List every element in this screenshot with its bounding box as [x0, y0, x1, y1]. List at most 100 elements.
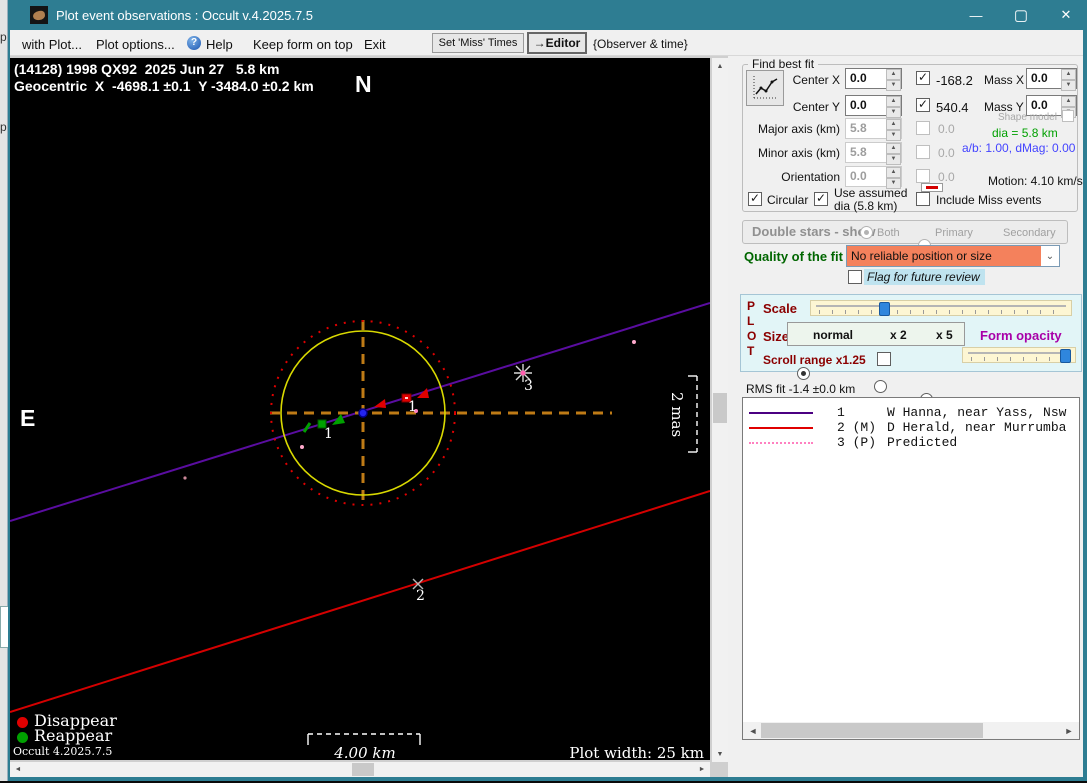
- rms-fit-text: RMS fit -1.4 ±0.0 km: [746, 382, 856, 396]
- mas-scale-label: 2 mas: [668, 392, 686, 438]
- center-x-checkbox[interactable]: [916, 71, 930, 85]
- observer-name: Predicted: [887, 435, 958, 450]
- use-assumed-checkbox[interactable]: [814, 192, 828, 206]
- include-miss-checkbox[interactable]: [916, 192, 930, 206]
- flag-review-checkbox[interactable]: [848, 270, 862, 284]
- minor-axis-label: Minor axis (km): [757, 146, 840, 160]
- line-color-swatch: [926, 186, 938, 189]
- observer-row[interactable]: 2 (M) D Herald, near Murrumba: [743, 420, 1079, 435]
- menu-keep-on-top[interactable]: Keep form on top: [253, 37, 353, 52]
- menu-plot-options[interactable]: Plot options...: [96, 37, 175, 52]
- use-assumed-label-line2: dia (5.8 km): [834, 199, 898, 213]
- chord2-line-sample: [749, 427, 813, 429]
- major-axis-value: 5.8: [850, 121, 867, 135]
- center-x-value: 0.0: [850, 71, 867, 85]
- find-best-fit-label: Find best fit: [748, 57, 819, 71]
- quality-label: Quality of the fit: [744, 249, 843, 264]
- plot-header-line1: (14128) 1998 QX92 2025 Jun 27 5.8 km: [14, 61, 280, 77]
- shape-model-checkbox[interactable]: [1062, 110, 1074, 122]
- observer-row[interactable]: 1 W Hanna, near Yass, Nsw: [743, 405, 1079, 420]
- center-y-spinner[interactable]: 0.0 ▲ ▼: [845, 95, 902, 118]
- minimize-button[interactable]: —: [954, 0, 998, 30]
- titlebar[interactable]: Plot event observations : Occult v.4.202…: [8, 0, 1087, 30]
- flag-review-label: Flag for future review: [864, 269, 985, 285]
- center-marker: [358, 408, 368, 418]
- circular-checkbox[interactable]: [748, 192, 762, 206]
- spin-arrows[interactable]: ▲▼: [886, 96, 901, 118]
- double-primary-label: Primary: [935, 227, 973, 239]
- major-axis-checkbox: [916, 121, 930, 135]
- orientation-value: 0.0: [850, 169, 867, 183]
- form-opacity-slider[interactable]: [962, 347, 1076, 363]
- size-normal-radio[interactable]: [797, 367, 810, 380]
- orientation-label: Orientation: [781, 170, 840, 184]
- plot-vertical-l: L: [747, 314, 755, 328]
- minor-axis-value: 5.8: [850, 145, 867, 159]
- listbox-scrollbar[interactable]: ◄ ►: [743, 722, 1079, 739]
- major-axis-label: Major axis (km): [757, 122, 840, 136]
- double-stars-label: Double stars - show: [752, 224, 876, 239]
- scroll-down-arrow[interactable]: ▼: [712, 746, 728, 762]
- use-assumed-label-line1: Use assumed: [834, 186, 908, 200]
- slider-ticks: [819, 310, 1063, 314]
- slider-track: [968, 352, 1070, 354]
- observer-num: 3 (P): [837, 435, 877, 450]
- observer-name: W Hanna, near Yass, Nsw: [887, 405, 1067, 420]
- slider-thumb[interactable]: [1060, 349, 1071, 363]
- chord2-number: 2: [416, 588, 425, 604]
- shape-model-label: Shape model: [998, 112, 1057, 123]
- predicted-star-center: [520, 370, 526, 376]
- editor-button[interactable]: →Editor: [527, 32, 587, 54]
- mass-x-spinner[interactable]: 0.0 ▲ ▼: [1026, 68, 1077, 91]
- set-miss-times-button[interactable]: Set 'Miss' Times: [432, 33, 524, 53]
- chord1-number-red: 1: [408, 399, 417, 415]
- menu-with-plot[interactable]: with Plot...: [22, 37, 82, 52]
- center-x-spinner[interactable]: 0.0 ▲ ▼: [845, 68, 902, 91]
- compass-east-label: E: [20, 405, 36, 431]
- plot-vertical-p: P: [747, 299, 756, 313]
- plot-width-label: Plot width: 25 km: [569, 744, 704, 760]
- line-color-button[interactable]: [921, 183, 943, 192]
- field-dot: [632, 340, 636, 344]
- slider-thumb[interactable]: [878, 302, 890, 316]
- close-button[interactable]: ✕: [1044, 0, 1087, 30]
- menu-help[interactable]: Help: [206, 37, 233, 52]
- size-x2-radio[interactable]: [874, 380, 887, 393]
- center-y-checkbox[interactable]: [916, 98, 930, 112]
- background-window-strip: sp sp: [0, 0, 9, 783]
- scroll-right-arrow[interactable]: ►: [694, 762, 710, 777]
- spin-arrows[interactable]: ▲▼: [886, 69, 901, 91]
- size-label: Size: [763, 329, 790, 344]
- scale-slider[interactable]: [810, 300, 1072, 316]
- scroll-right-arrow[interactable]: ►: [1061, 722, 1077, 739]
- compass-north-label: N: [355, 71, 372, 97]
- plot-vertical-scrollbar[interactable]: ▲ ▼: [712, 58, 728, 762]
- major-axis-spinner: 5.8 ▲ ▼: [845, 118, 902, 141]
- quality-combobox[interactable]: No reliable position or size ⌄: [846, 245, 1060, 267]
- orientation-checkbox: [916, 169, 930, 183]
- plot-horizontal-scrollbar[interactable]: ◄ ►: [10, 762, 710, 777]
- scroll-left-arrow[interactable]: ◄: [745, 722, 761, 739]
- scroll-thumb[interactable]: [352, 763, 374, 776]
- chevron-down-icon[interactable]: ⌄: [1041, 246, 1059, 266]
- quality-value: No reliable position or size: [847, 246, 1041, 266]
- observers-listbox[interactable]: 1 W Hanna, near Yass, Nsw 2 (M) D Herald…: [742, 397, 1080, 740]
- field-dot: [300, 445, 304, 449]
- observer-row[interactable]: 3 (P) Predicted: [743, 435, 1079, 450]
- chord2-line: [10, 490, 710, 713]
- double-secondary-label: Secondary: [1003, 227, 1056, 239]
- menu-exit[interactable]: Exit: [364, 37, 386, 52]
- disappear-arrow: [374, 399, 386, 408]
- spin-arrows[interactable]: ▲▼: [1061, 69, 1076, 91]
- scroll-range-checkbox[interactable]: [877, 352, 891, 366]
- scroll-up-arrow[interactable]: ▲: [712, 58, 728, 74]
- help-icon[interactable]: ?: [187, 36, 201, 50]
- scroll-thumb[interactable]: [761, 723, 983, 738]
- maximize-button[interactable]: ▢: [999, 0, 1043, 30]
- plot-canvas[interactable]: (14128) 1998 QX92 2025 Jun 27 5.8 km Geo…: [10, 58, 710, 760]
- reappear-legend-label: Reappear: [34, 726, 113, 745]
- scalebar-label: 4.00 km: [334, 744, 396, 760]
- form-opacity-label: Form opacity: [980, 328, 1062, 343]
- scroll-thumb[interactable]: [713, 393, 727, 423]
- scroll-left-arrow[interactable]: ◄: [10, 762, 26, 777]
